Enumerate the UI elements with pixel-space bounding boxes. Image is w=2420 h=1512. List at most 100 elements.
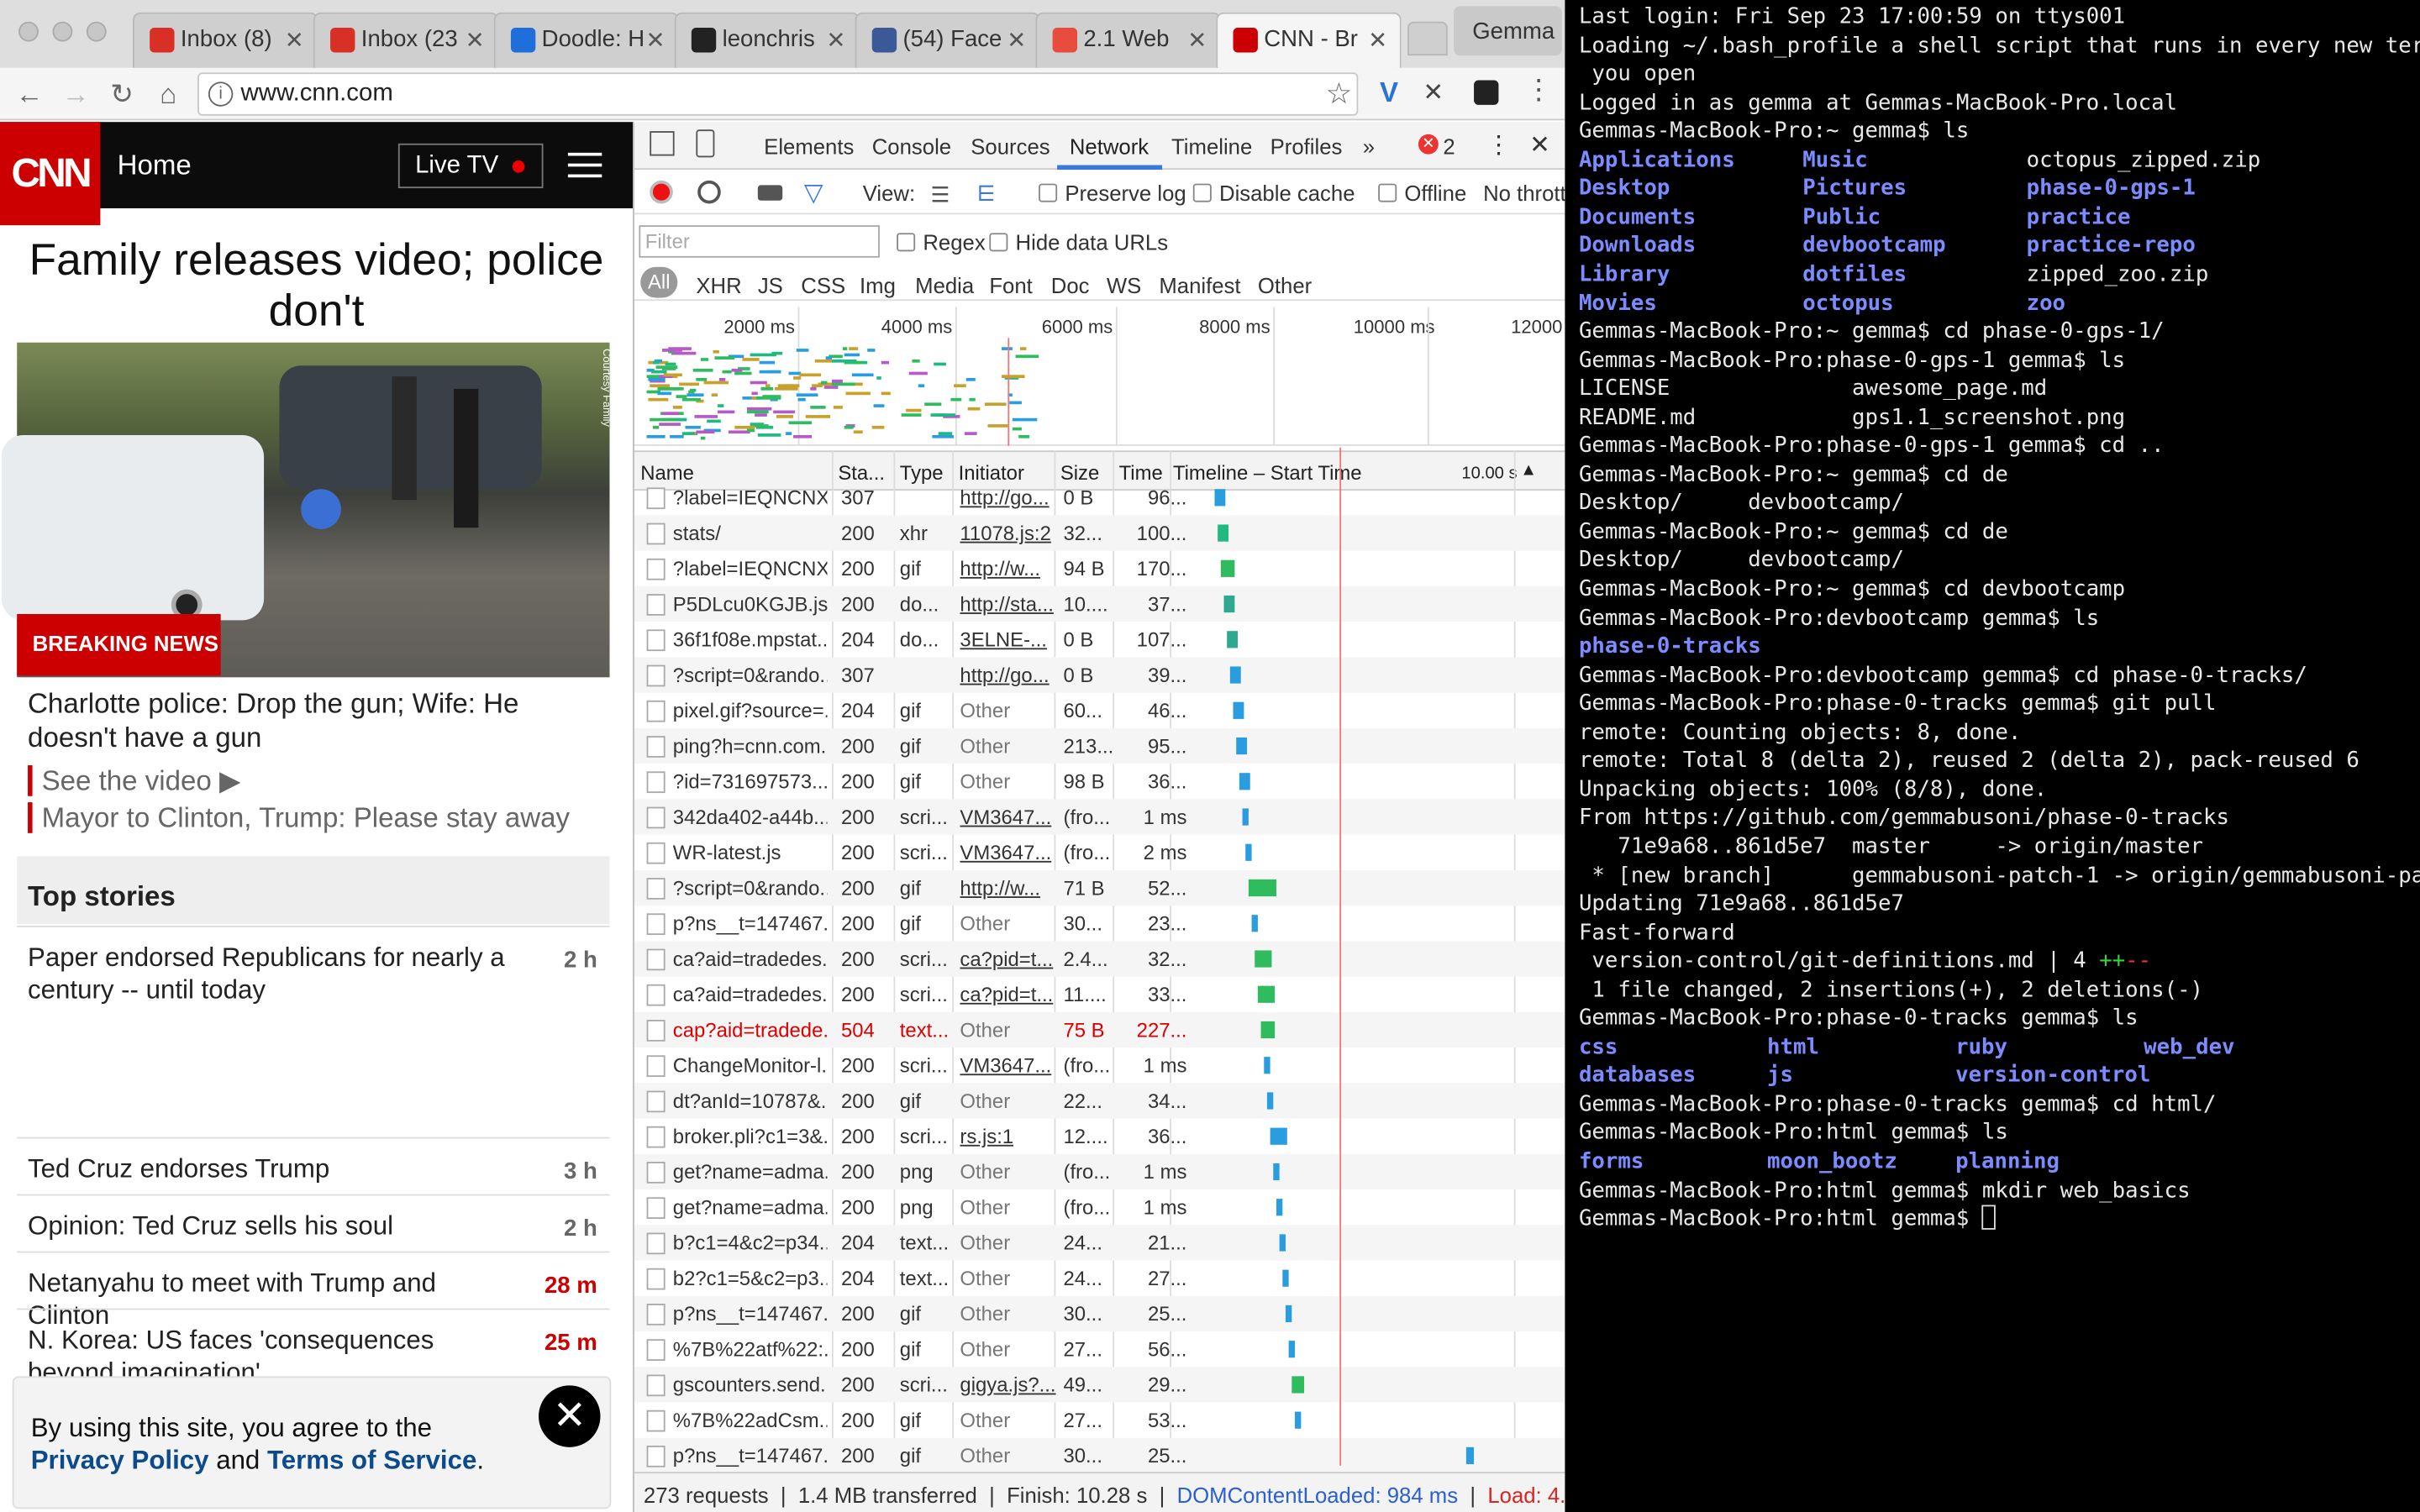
story-item[interactable]: Ted Cruz endorses Trump 3 h [17, 1137, 610, 1196]
request-row[interactable]: ca?aid=tradedes... 200 scri... ca?pid=t... 2… [634, 941, 1565, 977]
disable-cache-checkbox[interactable]: Disable cache [1192, 181, 1355, 205]
request-initiator[interactable]: VM3647... [960, 1053, 1059, 1077]
close-tab-icon[interactable]: ✕ [826, 26, 845, 54]
offline-checkbox[interactable]: Offline [1378, 181, 1466, 205]
tab-profiles[interactable]: Profiles [1270, 134, 1343, 159]
tab-console[interactable]: Console [872, 134, 951, 159]
request-row[interactable]: ca?aid=tradedes... 200 scri... ca?pid=t... 1… [634, 977, 1565, 1012]
request-initiator[interactable]: 3ELNE-... [960, 628, 1059, 652]
request-row[interactable]: ?script=0&rando... 200 gif http://w... 71 B 5… [634, 869, 1565, 906]
privacy-policy-link[interactable]: Privacy Policy [31, 1446, 209, 1475]
request-name[interactable]: dt?anId=10787&... [673, 1089, 828, 1113]
request-name[interactable]: ChangeMonitor-l... [673, 1053, 828, 1077]
tab-elements[interactable]: Elements [764, 134, 854, 159]
regex-checkbox[interactable]: Regex [897, 230, 986, 255]
request-row[interactable]: 36f1f08e.mpstat... 204 do... 3ELNE-... 0 B 10… [634, 622, 1565, 657]
request-name[interactable]: ?label=IEQNCNX... [673, 557, 828, 580]
request-initiator[interactable]: http://w... [960, 557, 1059, 580]
close-window-button[interactable] [18, 21, 39, 42]
info-icon[interactable]: i [208, 81, 234, 107]
request-row[interactable]: WR-latest.js 200 scri... VM3647... (fro... 2 … [634, 835, 1565, 870]
request-name[interactable]: broker.pli?c1=3&... [673, 1125, 828, 1148]
tab-timeline[interactable]: Timeline [1171, 134, 1252, 159]
request-initiator[interactable]: rs.js:1 [960, 1125, 1059, 1148]
request-row[interactable]: dt?anId=10787&... 200 gif Other 22... 34... [634, 1083, 1565, 1119]
tab-sources[interactable]: Sources [971, 134, 1050, 159]
close-devtools-icon[interactable]: ✕ [1529, 129, 1550, 160]
tab-network[interactable]: Network [1070, 134, 1149, 159]
request-row[interactable]: pixel.gif?source=... 204 gif Other 60... 46..… [634, 693, 1565, 728]
request-row[interactable]: cap?aid=tradede... 504 text... Other 75 B 227… [634, 1011, 1565, 1048]
profile-button[interactable]: Gemma [1454, 6, 1562, 56]
request-name[interactable]: p?ns__t=147467... [673, 1444, 828, 1467]
terminal-window[interactable]: Last login: Fri Sep 23 17:00:59 on ttys0… [1565, 0, 2420, 1512]
browser-tab[interactable]: CNN - Br ✕ [1216, 12, 1402, 68]
extension-cross-icon[interactable]: ✕ [1423, 77, 1444, 108]
request-initiator[interactable]: ca?pid=t... [960, 983, 1059, 1006]
type-filter-css[interactable]: CSS [801, 273, 845, 297]
menu-kebab-icon[interactable]: ⋮ [1525, 74, 1553, 107]
request-name[interactable]: ?label=IEQNCNX... [673, 486, 828, 510]
record-icon[interactable] [650, 180, 673, 204]
request-row[interactable]: get?name=adma... 200 png Other (fro... 1 ms [634, 1189, 1565, 1225]
request-row[interactable]: ?label=IEQNCNX... 200 gif http://w...94 B 17… [634, 551, 1565, 586]
close-tab-icon[interactable]: ✕ [646, 26, 666, 54]
request-row[interactable]: ?label=IEQNCNX... 307 http://go...0 B 96... [634, 480, 1565, 515]
request-name[interactable]: 342da402-a44b... [673, 806, 828, 829]
request-initiator[interactable]: http://go... [960, 664, 1059, 687]
cnn-logo[interactable]: CNN [0, 122, 101, 226]
request-name[interactable]: ?script=0&rando... [673, 664, 828, 687]
request-row[interactable]: b2?c1=5&c2=p3... 204 text... Other 24... 27..… [634, 1261, 1565, 1296]
bookmark-star-icon[interactable]: ☆ [1326, 77, 1352, 113]
close-tab-icon[interactable]: ✕ [1007, 26, 1026, 54]
request-name[interactable]: stats/ [673, 522, 828, 545]
type-filter-ws[interactable]: WS [1107, 273, 1141, 297]
close-cookie-icon[interactable]: ✕ [539, 1385, 601, 1447]
request-initiator[interactable]: VM3647... [960, 841, 1059, 864]
close-tab-icon[interactable]: ✕ [1368, 26, 1387, 54]
request-row[interactable]: p?ns__t=147467... 200 gif Other 30... 25... [634, 1437, 1565, 1474]
terms-link[interactable]: Terms of Service [267, 1446, 476, 1475]
devtools-menu-icon[interactable]: ⋮ [1486, 129, 1511, 160]
mayor-story-link[interactable]: Mayor to Clinton, Trump: Please stay awa… [28, 802, 570, 833]
request-row[interactable]: get?name=adma... 200 png Other (fro... 1 ms [634, 1153, 1565, 1190]
story-item[interactable]: Netanyahu to meet with Trump and Clinton… [17, 1251, 610, 1330]
request-row[interactable]: P5DLcu0KGJB.js... 200 do... http://sta...10… [634, 585, 1565, 622]
request-row[interactable]: ChangeMonitor-l... 200 scri... VM3647... (fr… [634, 1047, 1565, 1083]
extension-v-icon[interactable]: V [1380, 77, 1398, 110]
request-name[interactable]: ?id=731697573... [673, 770, 828, 794]
request-name[interactable]: p?ns__t=147467... [673, 1302, 828, 1326]
request-row[interactable]: stats/200 xhr 11078.js:2 32... 100... [634, 515, 1565, 551]
browser-tab[interactable]: Inbox (8) ✕ [132, 12, 318, 68]
more-tabs-icon[interactable]: » [1363, 134, 1375, 159]
home-icon[interactable]: ⌂ [151, 77, 185, 111]
request-row[interactable]: p?ns__t=147467... 200 gif Other 30... 23... [634, 906, 1565, 941]
request-initiator[interactable]: ca?pid=t... [960, 948, 1059, 971]
reload-icon[interactable]: ↻ [105, 77, 139, 111]
story-item[interactable]: Opinion: Ted Cruz sells his soul 2 h [17, 1194, 610, 1253]
type-filter-manifest[interactable]: Manifest [1159, 273, 1240, 297]
preserve-log-checkbox[interactable]: Preserve log [1039, 181, 1186, 205]
request-name[interactable]: ping?h=cnn.com... [673, 734, 828, 758]
request-name[interactable]: p?ns__t=147467... [673, 911, 828, 935]
request-name[interactable]: cap?aid=tradede... [673, 1018, 828, 1042]
request-row[interactable]: %7B%22atf%22:... 200 gif Other 27... 56... [634, 1331, 1565, 1367]
request-row[interactable]: ?script=0&rando... 307 http://go... 0 B 39..… [634, 657, 1565, 693]
request-row[interactable]: gscounters.send... 200 scri... gigya.js?...… [634, 1367, 1565, 1403]
page-headline[interactable]: Family releases video; police don't [13, 236, 621, 338]
inspect-icon[interactable] [650, 131, 675, 156]
type-filter-img[interactable]: Img [860, 273, 896, 297]
filter-funnel-icon[interactable]: ▽ [804, 177, 823, 208]
story-item[interactable]: Paper endorsed Republicans for nearly a … [17, 926, 610, 1016]
story-title[interactable]: Paper endorsed Republicans for nearly a … [28, 941, 522, 1005]
type-filter-other[interactable]: Other [1258, 273, 1312, 297]
request-name[interactable]: %7B%22adCsm... [673, 1409, 828, 1432]
type-filter-xhr[interactable]: XHR [696, 273, 741, 297]
request-name[interactable]: get?name=adma... [673, 1160, 828, 1184]
story-subhead[interactable]: Charlotte police: Drop the gun; Wife: He… [28, 686, 537, 754]
throttle-select[interactable]: No thrott [1483, 181, 1565, 205]
capture-screenshots-icon[interactable] [757, 185, 783, 201]
minimize-window-button[interactable] [52, 21, 73, 42]
sort-arrow-icon[interactable]: ▲ [1520, 461, 1537, 480]
type-filter-media[interactable]: Media [915, 273, 974, 297]
